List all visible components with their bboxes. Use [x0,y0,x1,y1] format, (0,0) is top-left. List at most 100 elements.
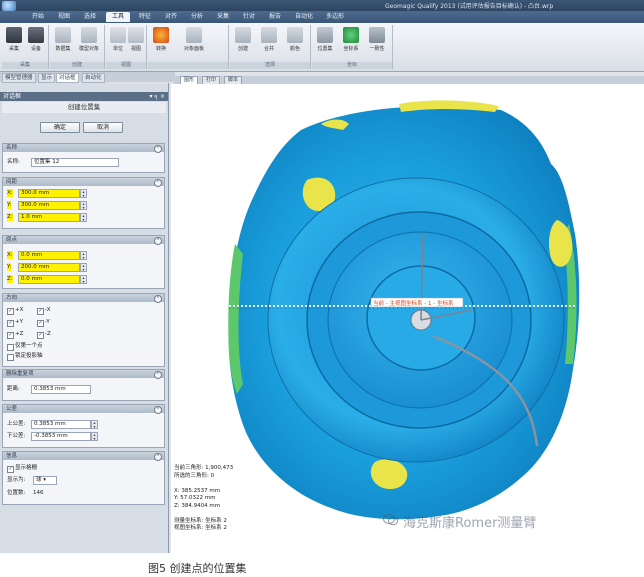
coordinate-callout: 当前 - 主视图坐标系 - 1 - 坐标系 [373,299,454,307]
upper-tolerance-stepper[interactable]: ▴ ▾ [91,420,98,429]
name-field[interactable]: 位置集 12 [31,158,119,167]
spacing-z-stepper[interactable]: ▴ ▾ [80,213,87,222]
status-measure-cs: 测量坐标系: 坐标系 2 [174,517,227,524]
origin-section-header[interactable]: 原点 ⌃ [3,236,164,245]
info-section-header[interactable]: 信息 ⌃ [3,452,164,461]
spacing-y-field[interactable]: 300.0 mm [18,201,80,210]
object-panel-button[interactable]: 对象面板 [176,27,212,52]
upper-tolerance-field[interactable]: 0.3853 mm [31,420,91,429]
tab-automation[interactable]: 自动化 [291,12,317,22]
delete-duplicates-section: 删除重复项 ⌃ 距离: 0.3853 mm [2,369,165,401]
collapse-icon[interactable]: ⌃ [154,295,162,303]
origin-z-label: Z: [7,275,13,283]
spacing-y-stepper[interactable]: ▴ ▾ [80,201,87,210]
tab-tools[interactable]: 工具 [106,12,130,22]
display-as-select[interactable]: 球 ▾ [33,476,57,485]
origin-y-stepper[interactable]: ▴ ▾ [80,263,87,272]
origin-x-stepper[interactable]: ▴ ▾ [80,251,87,260]
spacing-x-field[interactable]: 300.0 mm [18,189,80,198]
dataset-button[interactable]: 数据集 [52,27,74,52]
position-count-value: 146 [33,490,44,496]
view-button[interactable]: 视图 [125,27,147,52]
ok-button[interactable]: 确定 [40,122,80,133]
status-view-cs: 视图坐标系: 坐标系 2 [174,525,227,531]
dataset-icon [55,27,71,43]
spacing-x-stepper[interactable]: ▴ ▾ [80,189,87,198]
tab-start[interactable]: 开始 [28,12,48,22]
checkbox-only-first[interactable] [7,344,14,351]
tab-automation-panel[interactable]: 自动化 [82,73,105,83]
panel-title: 对话框 [3,93,22,100]
tab-polygon[interactable]: 多边形 [322,12,348,22]
collapse-icon[interactable]: ⌃ [154,406,162,414]
chevron-down-icon: ▾ [43,477,47,483]
tab-features[interactable]: 特征 [135,12,155,22]
spacing-z-field[interactable]: 1.0 mm [18,213,80,222]
tab-model-manager[interactable]: 模型管理器 [2,73,36,83]
collapse-icon[interactable]: ⌃ [154,237,162,245]
cancel-button[interactable]: 取消 [83,122,123,133]
delete-duplicates-header[interactable]: 删除重复项 ⌃ [3,370,164,379]
color-button[interactable]: 颜色 [284,27,306,52]
coordinate-system-icon [343,27,359,43]
checkbox-minus-y[interactable]: ✓ [37,320,44,327]
device-button[interactable]: 设备 [25,27,47,52]
object-panel-icon [186,27,202,43]
collapse-icon[interactable]: ⌃ [154,179,162,187]
checkbox-plus-x[interactable]: ✓ [7,308,14,315]
spacing-section-header[interactable]: 间距 ⌃ [3,178,164,187]
tab-select[interactable]: 选择 [80,12,100,22]
tab-view[interactable]: 视图 [54,12,74,22]
tab-target[interactable]: 针对 [239,12,259,22]
tab-dialog[interactable]: 对话框 [56,73,79,83]
lower-tolerance-label: 下公差: [7,433,26,439]
color-icon [287,27,303,43]
checkbox-plus-x-label: +X [15,307,24,313]
lower-tolerance-stepper[interactable]: ▴ ▾ [91,432,98,441]
panel-pin-icon[interactable]: ▾ ╕ × [150,92,165,101]
view-icon [128,27,144,43]
checkbox-plus-z[interactable]: ✓ [7,332,14,339]
direction-section-header[interactable]: 方向 ⌃ [3,294,164,303]
checkbox-minus-z[interactable]: ✓ [37,332,44,339]
collapse-icon[interactable]: ⌃ [154,145,162,153]
tolerance-section-header[interactable]: 公差 ⌃ [3,405,164,414]
checkbox-show-grid[interactable]: ✓ [7,466,14,473]
tab-display[interactable]: 显示 [38,73,56,83]
status-spacer [174,480,233,488]
tolerance-section: 公差 ⌃ 上公差: 0.3853 mm ▴ ▾ 下公差: -0.3853 mm ▴ ▾ [2,404,165,448]
origin-z-field[interactable]: 0.0 mm [18,275,80,284]
checkbox-plus-y[interactable]: ✓ [7,320,14,327]
status-current-triangles: 当前三角形: 1,900,473 [174,465,234,471]
origin-x-field[interactable]: 0.0 mm [18,251,80,260]
tab-capture[interactable]: 采集 [213,12,233,22]
transform-button[interactable]: 转换 [150,27,172,52]
merge-button[interactable]: 合并 [258,27,280,52]
application-window: Geomagic Qualify 2013 (试用评估报告目标确认) - 凸台.… [0,0,644,553]
app-menu-icon[interactable] [2,1,16,11]
origin-z-stepper[interactable]: ▴ ▾ [80,275,87,284]
collapse-icon[interactable]: ⌃ [154,371,162,379]
3d-viewport[interactable]: 当前 - 主视图坐标系 - 1 - 坐标系 [171,84,644,553]
consistency-button[interactable]: 一致性 [366,27,388,52]
tab-analysis[interactable]: 分析 [187,12,207,22]
distance-field[interactable]: 0.3853 mm [31,385,91,394]
tab-align[interactable]: 对齐 [161,12,181,22]
transform-icon [153,27,169,43]
dialog-panel: 对话框 ▾ ╕ × 创建位置集 确定 取消 名称 ⌃ 名称: 位置集 12 间距 ⌃… [0,83,169,553]
checkbox-lock-projection[interactable] [7,354,14,361]
coordinate-system-button[interactable]: 坐标系 [340,27,362,52]
ribbon-group-selection: 创建 合并 颜色 选择 [230,25,311,69]
capture-button[interactable]: 采集 [3,27,25,52]
create-button[interactable]: 创建 [232,27,254,52]
lower-tolerance-field[interactable]: -0.3853 mm [31,432,91,441]
position-set-button[interactable]: 位置集 [314,27,336,52]
tab-report[interactable]: 报告 [265,12,285,22]
checkbox-minus-x[interactable]: ✓ [37,308,44,315]
origin-y-field[interactable]: 200.0 mm [18,263,80,272]
direction-section: 方向 ⌃ ✓ +X ✓ -X ✓ +Y ✓ -Y ✓ +Z ✓ -Z 仅第一个点 … [2,293,165,367]
model-object-button[interactable]: 模型对象 [78,27,100,52]
window-title: Geomagic Qualify 2013 (试用评估报告目标确认) - 凸台.… [385,3,554,10]
name-section-header[interactable]: 名称 ⌃ [3,144,164,153]
collapse-icon[interactable]: ⌃ [154,453,162,461]
